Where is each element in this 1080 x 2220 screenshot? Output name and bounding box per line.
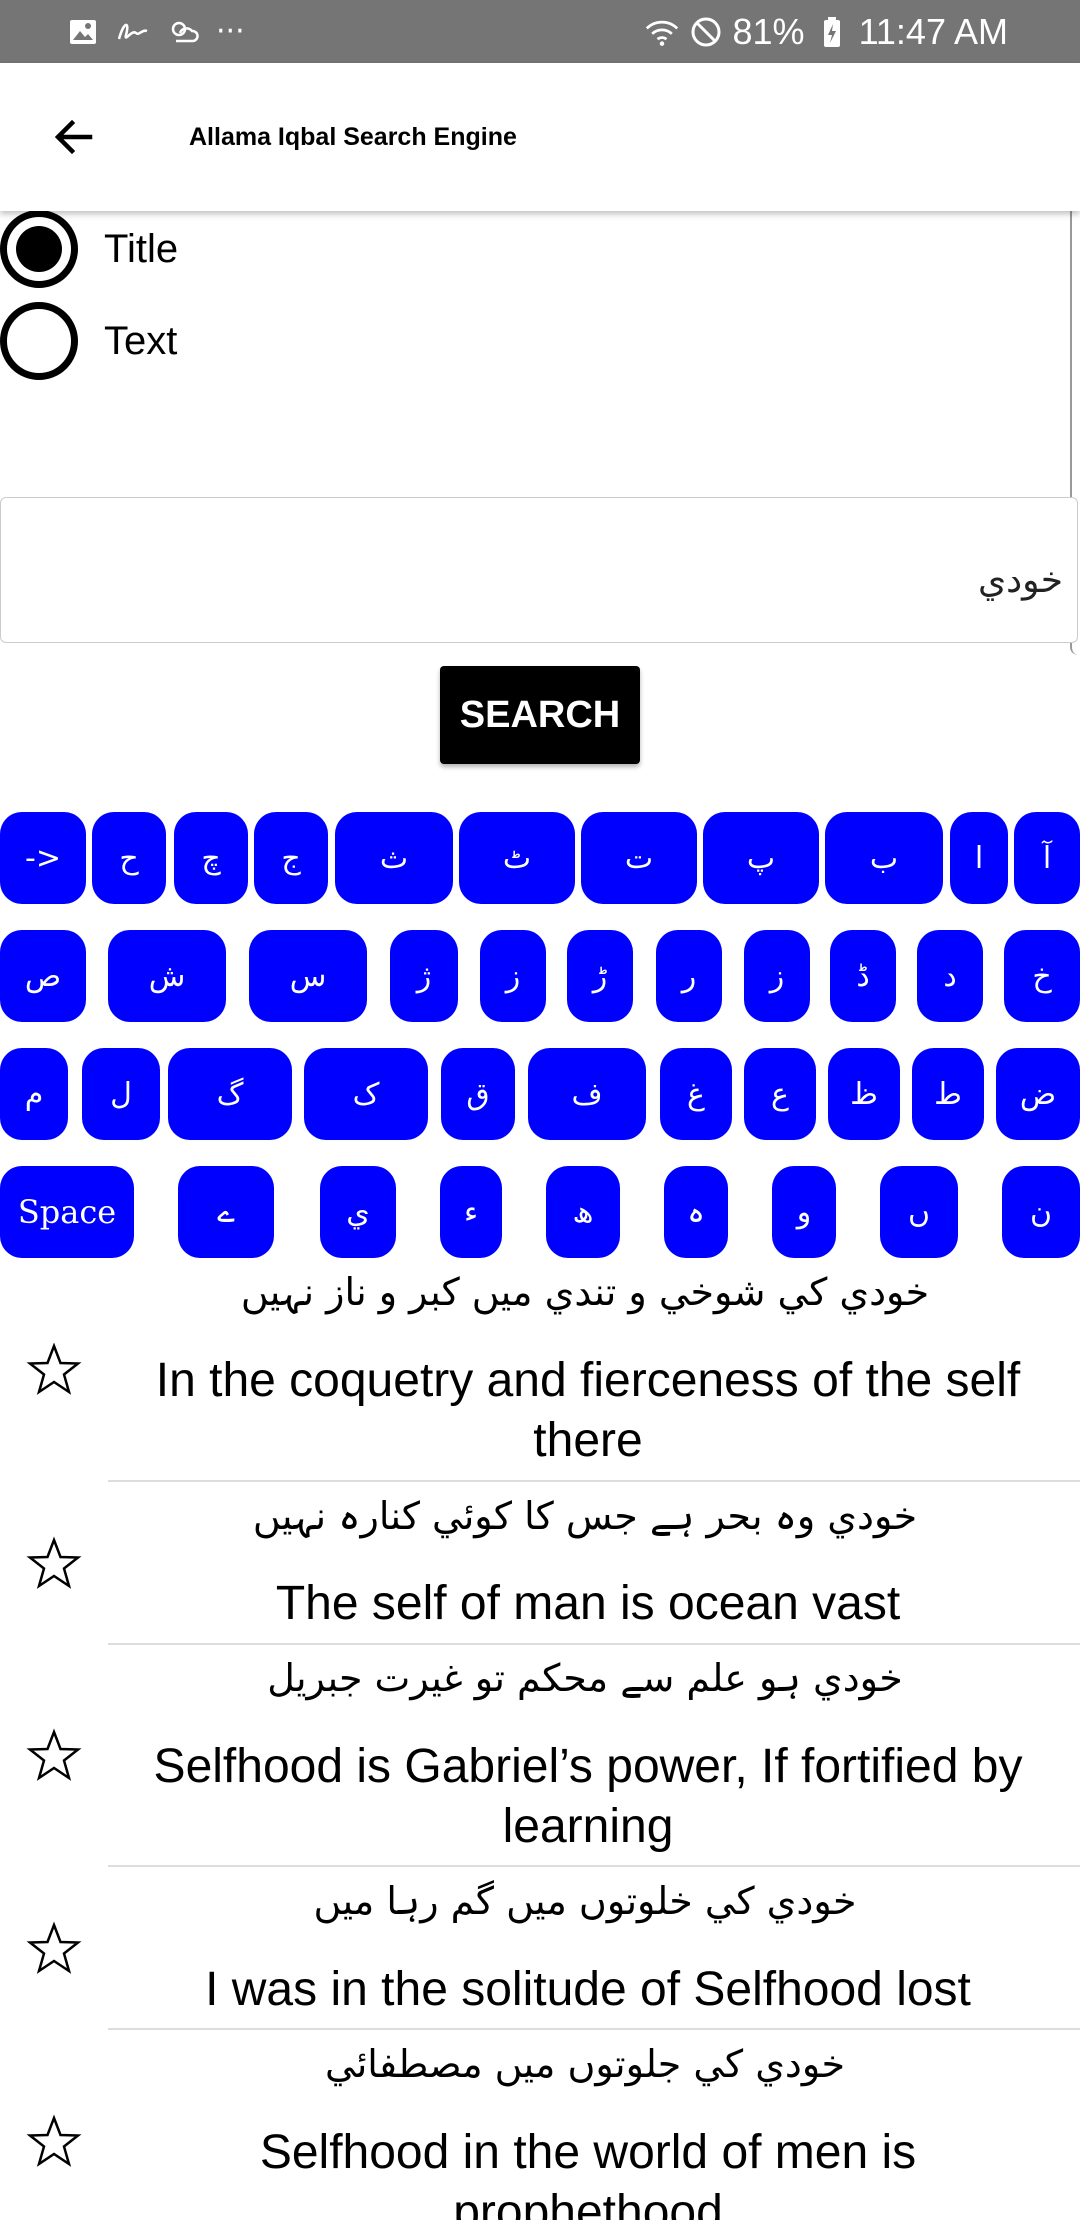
key[interactable]: س: [249, 930, 367, 1022]
status-left: ···: [66, 14, 245, 49]
key[interactable]: ب: [825, 812, 943, 904]
radio-text[interactable]: Text: [0, 302, 177, 380]
key[interactable]: ع: [744, 1048, 816, 1140]
result-urdu: خودي کي جلوتوں ميں مصطفائي: [325, 2042, 845, 2086]
arrow-left-icon: [54, 119, 93, 155]
key[interactable]: چ: [174, 812, 248, 904]
do-not-disturb-icon: [689, 15, 723, 49]
key[interactable]: ظ: [828, 1048, 900, 1140]
result-english: In the coquetry and fierceness of the se…: [155, 1354, 1021, 1467]
key[interactable]: ج: [254, 812, 328, 904]
key[interactable]: ژ: [390, 930, 458, 1022]
key[interactable]: و: [772, 1166, 836, 1258]
key-space[interactable]: Space: [0, 1166, 134, 1258]
radio-text-circle[interactable]: [0, 302, 78, 380]
radio-text-label: Text: [104, 318, 178, 363]
key[interactable]: ڈ: [830, 930, 896, 1022]
search-input[interactable]: [0, 497, 1078, 643]
key[interactable]: د: [917, 930, 983, 1022]
key-arrow[interactable]: ->: [0, 812, 86, 904]
more-dots-icon: ···: [216, 14, 245, 49]
divider: [108, 2028, 1080, 2030]
keyboard-row-1: -> ح چ ج ث ٹ ت پ ب ا آ: [0, 812, 1080, 904]
result-english: Selfhood in the world of men is propheth…: [259, 2126, 917, 2220]
key[interactable]: م: [0, 1048, 68, 1140]
key[interactable]: ر: [656, 930, 722, 1022]
key[interactable]: خ: [1004, 930, 1080, 1022]
divider: [108, 1480, 1080, 1482]
key[interactable]: آ: [1014, 812, 1080, 904]
clock: 11:47 AM: [858, 10, 1008, 52]
key[interactable]: ء: [440, 1166, 502, 1258]
back-button[interactable]: [34, 97, 114, 177]
keyboard-row-4: Space ے ي ء ھ ہ و ں ن: [0, 1166, 1080, 1258]
signature-icon: [116, 15, 150, 49]
key[interactable]: غ: [660, 1048, 732, 1140]
key[interactable]: ز: [480, 930, 546, 1022]
result-urdu: خودي وہ بحر ہے جس کا کوئي کنارہ نہيں: [252, 1494, 918, 1538]
key[interactable]: ص: [0, 930, 86, 1022]
status-bar: ··· 81% 11:47 AM: [0, 0, 1080, 63]
key[interactable]: ن: [1002, 1166, 1080, 1258]
result-urdu: خودي کي شوخي و تندي ميں کبر و ناز نہيں: [240, 1270, 930, 1314]
key[interactable]: ڑ: [567, 930, 633, 1022]
key[interactable]: ت: [581, 812, 697, 904]
star-icon[interactable]: [26, 1342, 82, 1398]
key[interactable]: ح: [92, 812, 166, 904]
star-icon[interactable]: [26, 1728, 82, 1784]
key[interactable]: ز: [744, 930, 810, 1022]
radio-title-circle[interactable]: [0, 210, 78, 288]
battery-percent: 81%: [732, 10, 805, 52]
keyboard-row-2: ص ش س ژ ز ڑ ر ز ڈ د خ: [0, 930, 1080, 1022]
key[interactable]: ک: [304, 1048, 428, 1140]
star-icon[interactable]: [26, 1536, 82, 1592]
key[interactable]: ے: [178, 1166, 274, 1258]
key[interactable]: ي: [320, 1166, 396, 1258]
keyboard-row-3: م ل گ ک ق ف غ ع ظ ط ض: [0, 1048, 1080, 1140]
divider: [108, 1643, 1080, 1645]
radio-title[interactable]: Title: [0, 210, 178, 288]
key[interactable]: پ: [703, 812, 819, 904]
key[interactable]: ٹ: [459, 812, 575, 904]
wifi-icon: [645, 15, 679, 49]
result-urdu: خودي ہو علم سے محکم تو غيرت جبريل: [267, 1656, 903, 1700]
key[interactable]: ق: [441, 1048, 515, 1140]
key[interactable]: ث: [335, 812, 453, 904]
star-icon[interactable]: [26, 2114, 82, 2170]
gallery-icon: [66, 15, 100, 49]
key[interactable]: ض: [996, 1048, 1080, 1140]
result-english: I was in the solitude of Selfhood lost: [205, 1963, 971, 2016]
app-bar: Allama Iqbal Search Engine: [0, 63, 1080, 211]
key[interactable]: ھ: [546, 1166, 620, 1258]
key[interactable]: ا: [950, 812, 1008, 904]
key[interactable]: گ: [168, 1048, 292, 1140]
key[interactable]: ں: [880, 1166, 958, 1258]
divider: [108, 1865, 1080, 1867]
search-button[interactable]: SEARCH: [440, 666, 640, 764]
result-english: Selfhood is Gabriel’s power, If fortifie…: [153, 1740, 1023, 1853]
weather-icon: [166, 15, 200, 49]
key[interactable]: ف: [528, 1048, 646, 1140]
status-right: 81% 11:47 AM: [645, 10, 1008, 53]
result-english: The self of man is ocean vast: [275, 1577, 901, 1630]
key[interactable]: ہ: [664, 1166, 728, 1258]
key[interactable]: ل: [82, 1048, 160, 1140]
key[interactable]: ط: [912, 1048, 984, 1140]
radio-title-label: Title: [104, 226, 179, 271]
battery-icon: [815, 15, 849, 49]
star-icon[interactable]: [26, 1921, 82, 1977]
page-title: Allama Iqbal Search Engine: [189, 122, 517, 151]
key[interactable]: ش: [108, 930, 226, 1022]
result-urdu: خودي کي خلوتوں ميں گم رہا ميں: [313, 1879, 857, 1923]
